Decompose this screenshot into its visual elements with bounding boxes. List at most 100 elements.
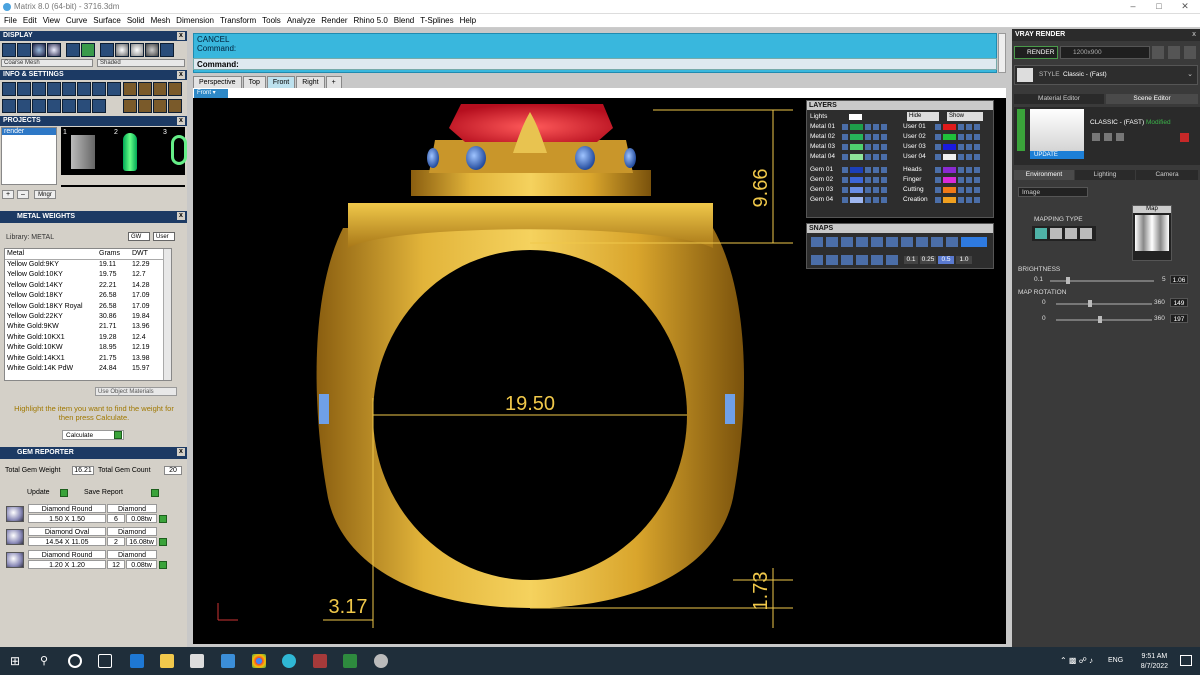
snap-option-icon[interactable] — [946, 237, 958, 247]
layer-select-icon[interactable] — [881, 177, 887, 183]
save-icon[interactable] — [1092, 133, 1100, 141]
snap-option-icon[interactable] — [871, 237, 883, 247]
grid-icon[interactable] — [66, 43, 80, 57]
menu-rhino[interactable]: Rhino 5.0 — [354, 16, 388, 25]
snap-option-icon[interactable] — [886, 237, 898, 247]
copy-icon[interactable] — [1104, 133, 1112, 141]
command-input[interactable]: Command: — [193, 58, 997, 70]
gem-row-3[interactable]: Diamond Round 1.20 X 1.20 Diamond 12 0.0… — [4, 550, 167, 570]
layer-toggle-icon[interactable] — [842, 177, 848, 183]
snap-tool-icon[interactable] — [841, 255, 853, 265]
layer-color-swatch[interactable] — [850, 124, 863, 130]
table-row[interactable]: White Gold:9KW 21.71 13.96 — [5, 322, 171, 332]
layer-lock-icon[interactable] — [865, 124, 871, 130]
table-row[interactable]: White Gold:10KW 18.95 12.19 — [5, 343, 171, 353]
gw-button[interactable]: GW — [128, 232, 150, 241]
gem-row-1[interactable]: Diamond Round 1.50 X 1.50 Diamond 6 0.08… — [4, 504, 167, 524]
layer-color-swatch[interactable] — [943, 197, 956, 203]
map-box-icon[interactable] — [1050, 228, 1062, 239]
save-report-button[interactable]: Save Report — [84, 489, 123, 496]
layer-toggle-icon[interactable] — [935, 187, 941, 193]
map-cylinder-icon[interactable] — [1080, 228, 1092, 239]
analyze-icon[interactable] — [47, 82, 61, 96]
map-spherical-icon[interactable] — [1035, 228, 1047, 239]
snap-tool-icon[interactable] — [886, 255, 898, 265]
layer-visible-icon[interactable] — [873, 124, 879, 130]
tab-lighting[interactable]: Lighting — [1075, 170, 1135, 180]
menu-mesh[interactable]: Mesh — [151, 16, 171, 25]
layer-select-icon[interactable] — [881, 124, 887, 130]
layer-select-icon[interactable] — [881, 167, 887, 173]
table-row[interactable]: White Gold:14K PdW 24.84 15.97 — [5, 363, 171, 373]
snap-tool-icon[interactable] — [811, 255, 823, 265]
grid-view-icon[interactable] — [2, 99, 16, 113]
white-sphere-icon[interactable] — [115, 43, 129, 57]
tab-camera[interactable]: Camera — [1136, 170, 1198, 180]
rotation2-knob[interactable] — [1098, 316, 1102, 323]
maximize-button[interactable]: □ — [1146, 1, 1172, 13]
project-list[interactable]: render — [1, 127, 57, 185]
save-arrow-icon[interactable] — [151, 489, 159, 497]
environment-combo[interactable]: Image — [1018, 187, 1088, 197]
brightness-knob[interactable] — [1066, 277, 1070, 284]
cube-icon[interactable] — [32, 99, 46, 113]
layer-color-swatch[interactable] — [943, 134, 956, 140]
layer-visible-icon[interactable] — [873, 134, 879, 140]
layer-lock-icon[interactable] — [958, 197, 964, 203]
menu-view[interactable]: View — [43, 16, 60, 25]
layer-select-icon[interactable] — [881, 154, 887, 160]
menu-tsplines[interactable]: T-Splines — [420, 16, 453, 25]
menu-dimension[interactable]: Dimension — [176, 16, 214, 25]
table-row[interactable]: Yellow Gold:9KY 19.11 12.29 — [5, 259, 171, 269]
tab-perspective[interactable]: Perspective — [193, 76, 242, 88]
update-button[interactable]: Update — [27, 489, 50, 496]
windows-start-icon[interactable]: ⊞ — [10, 654, 24, 668]
layer-visible-icon[interactable] — [966, 134, 972, 140]
layer-lock-icon[interactable] — [865, 197, 871, 203]
mesh-combo[interactable]: Coarse Mesh — [1, 59, 93, 67]
layer-visible-icon[interactable] — [966, 177, 972, 183]
rotation1-value[interactable]: 149 — [1170, 298, 1188, 307]
rotation1-slider[interactable] — [1056, 300, 1152, 307]
table-row[interactable]: Yellow Gold:14KY 22.21 14.28 — [5, 280, 171, 290]
layer-select-icon[interactable] — [881, 144, 887, 150]
close-button[interactable]: ✕ — [1172, 1, 1198, 13]
menu-edit[interactable]: Edit — [23, 16, 37, 25]
matrix-icon[interactable] — [374, 654, 388, 668]
snap-tool-icon[interactable] — [856, 255, 868, 265]
layer-color-swatch[interactable] — [850, 167, 863, 173]
col-metal[interactable]: Metal — [5, 249, 97, 260]
menu-curve[interactable]: Curve — [66, 16, 87, 25]
layer-toggle-icon[interactable] — [842, 187, 848, 193]
folder-icon[interactable] — [1116, 133, 1124, 141]
pencil-icon[interactable] — [77, 82, 91, 96]
menu-transform[interactable]: Transform — [220, 16, 256, 25]
delete-icon[interactable] — [1180, 133, 1189, 142]
map-preview[interactable]: Map — [1132, 205, 1172, 261]
wireframe-icon[interactable] — [2, 43, 16, 57]
store-icon[interactable] — [190, 654, 204, 668]
layer-toggle-icon[interactable] — [935, 197, 941, 203]
layer-lock-icon[interactable] — [958, 144, 964, 150]
tool-h-icon[interactable] — [168, 99, 182, 113]
close-icon[interactable]: x — [177, 448, 185, 456]
close-icon[interactable]: x — [177, 71, 185, 79]
table-row[interactable]: White Gold:14KX1 21.75 13.98 — [5, 353, 171, 363]
snap-value-4[interactable]: 1.0 — [956, 256, 972, 264]
layer-lock-icon[interactable] — [865, 144, 871, 150]
layer-visible-icon[interactable] — [873, 154, 879, 160]
viewport-label[interactable]: Front ▾ — [194, 89, 228, 98]
layer-color-swatch[interactable] — [943, 177, 956, 183]
render-sphere-icon[interactable] — [47, 43, 61, 57]
layer-color-swatch[interactable] — [943, 167, 956, 173]
layer-toggle-icon[interactable] — [935, 134, 941, 140]
layer-select-icon[interactable] — [974, 154, 980, 160]
layer-toggle-icon[interactable] — [842, 154, 848, 160]
layer-toggle-icon[interactable] — [842, 134, 848, 140]
snap-tool-icon[interactable] — [871, 255, 883, 265]
resolution-field[interactable]: 1200x900 — [1060, 46, 1150, 59]
layer-select-icon[interactable] — [881, 197, 887, 203]
brightness-value[interactable]: 1.06 — [1170, 275, 1188, 284]
search-icon[interactable]: ⚲ — [40, 654, 54, 668]
layer-color-swatch[interactable] — [850, 197, 863, 203]
